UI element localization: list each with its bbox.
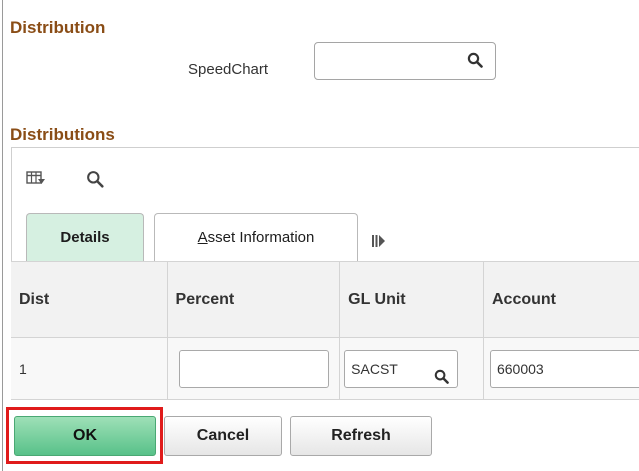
refresh-button[interactable]: Refresh (290, 416, 432, 456)
distributions-section-title: Distributions (10, 125, 115, 144)
cell-gl-unit: SACST (339, 337, 484, 400)
tab-asset-label: sset Information (207, 229, 315, 246)
cell-percent (166, 337, 341, 400)
gl-unit-input[interactable]: SACST (344, 349, 459, 388)
tab-details-label: Details (60, 229, 110, 246)
cell-dist: 1 (11, 337, 168, 400)
account-input[interactable]: 660003 (489, 349, 639, 388)
header-percent: Percent (166, 261, 341, 338)
table-row: 1 SACST 660003 (11, 337, 639, 400)
search-icon[interactable] (467, 52, 483, 73)
cell-account: 660003 (482, 337, 639, 400)
distribution-section-title: Distribution (10, 18, 106, 37)
percent-input[interactable] (178, 349, 329, 388)
speedchart-input[interactable] (314, 42, 496, 80)
account-value: 660003 (496, 360, 544, 377)
distributions-table: Dist Percent GL Unit Account 1 SACST 660… (11, 261, 639, 400)
header-account: Account (482, 261, 639, 338)
tab-asset-information[interactable]: Asset Information (154, 213, 358, 261)
table-header-row: Dist Percent GL Unit Account (11, 261, 639, 338)
speedchart-label: SpeedChart (188, 61, 269, 78)
tab-details[interactable]: Details (26, 213, 144, 261)
show-all-tabs-icon[interactable] (372, 234, 386, 252)
tab-asset-label-accesskey: A (197, 229, 208, 246)
header-dist: Dist (11, 261, 168, 338)
ok-button-highlight (6, 407, 163, 464)
grid-personalize-icon[interactable] (26, 170, 46, 191)
gl-unit-value: SACST (351, 360, 398, 377)
cancel-button[interactable]: Cancel (164, 416, 282, 456)
header-gl-unit: GL Unit (339, 261, 484, 338)
search-icon[interactable] (434, 361, 449, 397)
find-search-icon[interactable] (86, 170, 104, 193)
